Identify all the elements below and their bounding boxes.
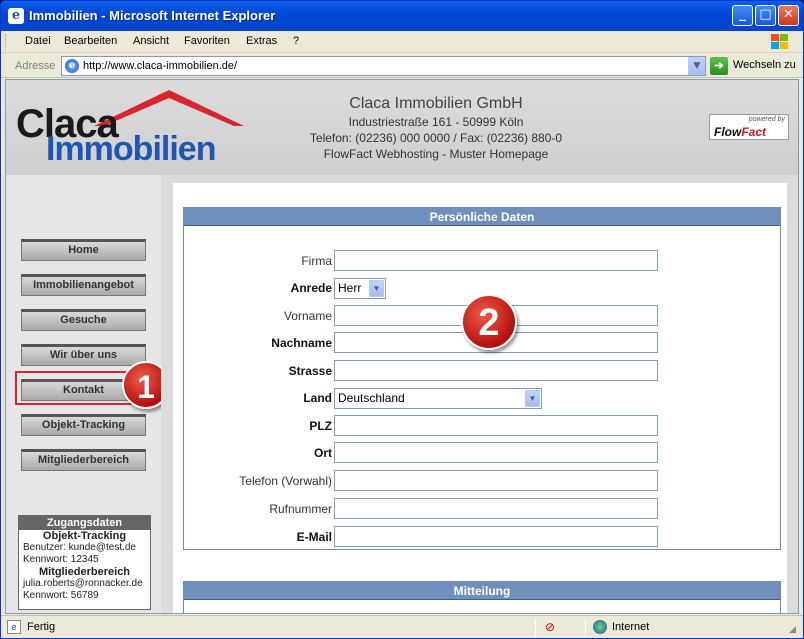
tracking-heading: Objekt-Tracking [42, 530, 127, 542]
address-bar: Adresse e http://www.claca-immobilien.de… [1, 54, 803, 78]
company-info: Claca Immobilien GmbH Industriestraße 16… [256, 94, 616, 162]
members-user: julia.roberts@ronnacker.de [23, 578, 143, 589]
site-header: Claca Immobilien Claca Immobilien GmbH I… [6, 80, 798, 175]
menu-ansicht[interactable]: Ansicht [133, 35, 169, 47]
go-label: Wechseln zu [733, 59, 796, 71]
title-bar: e Immobilien - Microsoft Internet Explor… [1, 1, 803, 31]
status-divider [535, 619, 536, 637]
page-icon: e [65, 59, 79, 73]
personal-data-panel: Persönliche Daten Firma Anrede Herr ▼ Vo… [183, 207, 781, 550]
label-nachname: Nachname [271, 336, 332, 350]
popup-blocked-icon[interactable]: ⊘ [545, 620, 561, 634]
window-title: Immobilien - Microsoft Internet Explorer [29, 8, 276, 23]
land-select[interactable]: Deutschland ▼ [334, 388, 542, 409]
label-telefon: Telefon (Vorwahl) [239, 474, 332, 488]
address-input[interactable]: e http://www.claca-immobilien.de/ ▼ [61, 56, 706, 76]
company-tagline: FlowFact Webhosting - Muster Homepage [323, 147, 549, 161]
content-inner: Persönliche Daten Firma Anrede Herr ▼ Vo… [173, 183, 787, 613]
status-divider [585, 619, 586, 637]
menu-bar: Datei Bearbeiten Ansicht Favoriten Extra… [1, 31, 803, 53]
toolbar-grip[interactable] [5, 34, 8, 50]
windows-logo-icon [765, 32, 795, 52]
label-anrede: Anrede [290, 281, 332, 295]
label-rufnummer: Rufnummer [269, 502, 332, 516]
internet-zone-icon [593, 620, 607, 634]
firma-input[interactable] [334, 250, 658, 271]
chevron-down-icon: ▼ [525, 390, 540, 407]
label-strasse: Strasse [288, 364, 332, 378]
anrede-value: Herr [338, 281, 362, 295]
tracking-user: Benutzer: kunde@test.de [23, 542, 136, 553]
label-email: E-Mail [296, 530, 332, 544]
page-status-icon: e [7, 620, 21, 634]
status-bar: e Fertig ⊘ Internet ◢ [1, 615, 803, 638]
nav-home[interactable]: Home [21, 239, 146, 261]
nav-objekt-tracking[interactable]: Objekt-Tracking [21, 414, 146, 436]
nav-wir-ueber-uns[interactable]: Wir über uns [21, 344, 146, 366]
chevron-down-icon: ▼ [369, 280, 384, 297]
powered-by-label: powered by [748, 116, 785, 123]
go-arrow-icon: ➔ [710, 57, 728, 75]
ie-app-icon: e [8, 8, 24, 24]
close-button[interactable]: ✕ [778, 5, 799, 26]
label-ort: Ort [314, 446, 332, 460]
company-phone: Telefon: (02236) 000 0000 / Fax: (02236)… [309, 131, 563, 145]
strasse-input[interactable] [334, 360, 658, 381]
rufnummer-input[interactable] [334, 498, 658, 519]
status-text: Fertig [27, 621, 56, 633]
flowfact-wordmark: FlowFact [714, 125, 767, 139]
nav-mitgliederbereich[interactable]: Mitgliederbereich [21, 449, 146, 471]
menu-datei[interactable]: Datei [25, 35, 51, 47]
label-land: Land [303, 391, 332, 405]
company-street: Industriestraße 161 - 50999 Köln [348, 115, 524, 129]
company-logo[interactable]: Claca Immobilien [12, 88, 252, 168]
address-url: http://www.claca-immobilien.de/ [83, 60, 238, 72]
ort-input[interactable] [334, 442, 658, 463]
browser-window: e Immobilien - Microsoft Internet Explor… [0, 0, 804, 639]
members-pass: Kennwort: 56789 [23, 590, 99, 601]
address-label: Adresse [15, 60, 56, 72]
telefon-input[interactable] [334, 470, 658, 491]
label-plz: PLZ [309, 419, 332, 433]
menu-favoriten[interactable]: Favoriten [184, 35, 230, 47]
land-value: Deutschland [338, 391, 405, 405]
go-button[interactable]: ➔ Wechseln zu [710, 57, 800, 75]
message-panel-title: Mitteilung [184, 582, 780, 600]
minimize-button[interactable]: _ [732, 5, 753, 26]
login-info-box: Zugangsdaten Objekt-Tracking Benutzer: k… [18, 515, 151, 610]
message-panel: Mitteilung [183, 581, 781, 613]
nav-gesuche[interactable]: Gesuche [21, 309, 146, 331]
page-viewport: Claca Immobilien Claca Immobilien GmbH I… [5, 79, 799, 614]
company-name: Claca Immobilien GmbH [349, 95, 523, 112]
menu-help[interactable]: ? [293, 35, 299, 47]
main-content: Persönliche Daten Firma Anrede Herr ▼ Vo… [161, 175, 798, 613]
menu-bearbeiten[interactable]: Bearbeiten [64, 35, 117, 47]
login-title: Zugangsdaten [19, 516, 150, 530]
zone-text: Internet [612, 621, 650, 633]
nav-immobilienangebot[interactable]: Immobilienangebot [21, 274, 146, 296]
email-input[interactable] [334, 526, 658, 547]
panel-title: Persönliche Daten [184, 208, 780, 226]
label-vorname: Vorname [283, 309, 332, 323]
resize-grip-icon[interactable]: ◢ [789, 624, 801, 636]
address-dropdown-icon[interactable]: ▼ [688, 57, 705, 75]
logo-immobilien: Immobilien [46, 130, 216, 168]
tracking-pass: Kennwort: 12345 [23, 554, 99, 565]
plz-input[interactable] [334, 415, 658, 436]
anrede-select[interactable]: Herr ▼ [334, 278, 386, 299]
members-heading: Mitgliederbereich [38, 566, 131, 578]
flowfact-logo[interactable]: powered by FlowFact [709, 114, 789, 140]
maximize-button[interactable]: □ [755, 5, 776, 26]
step-badge-2: 2 [461, 294, 517, 350]
label-firma: Firma [301, 254, 332, 268]
menu-extras[interactable]: Extras [246, 35, 277, 47]
